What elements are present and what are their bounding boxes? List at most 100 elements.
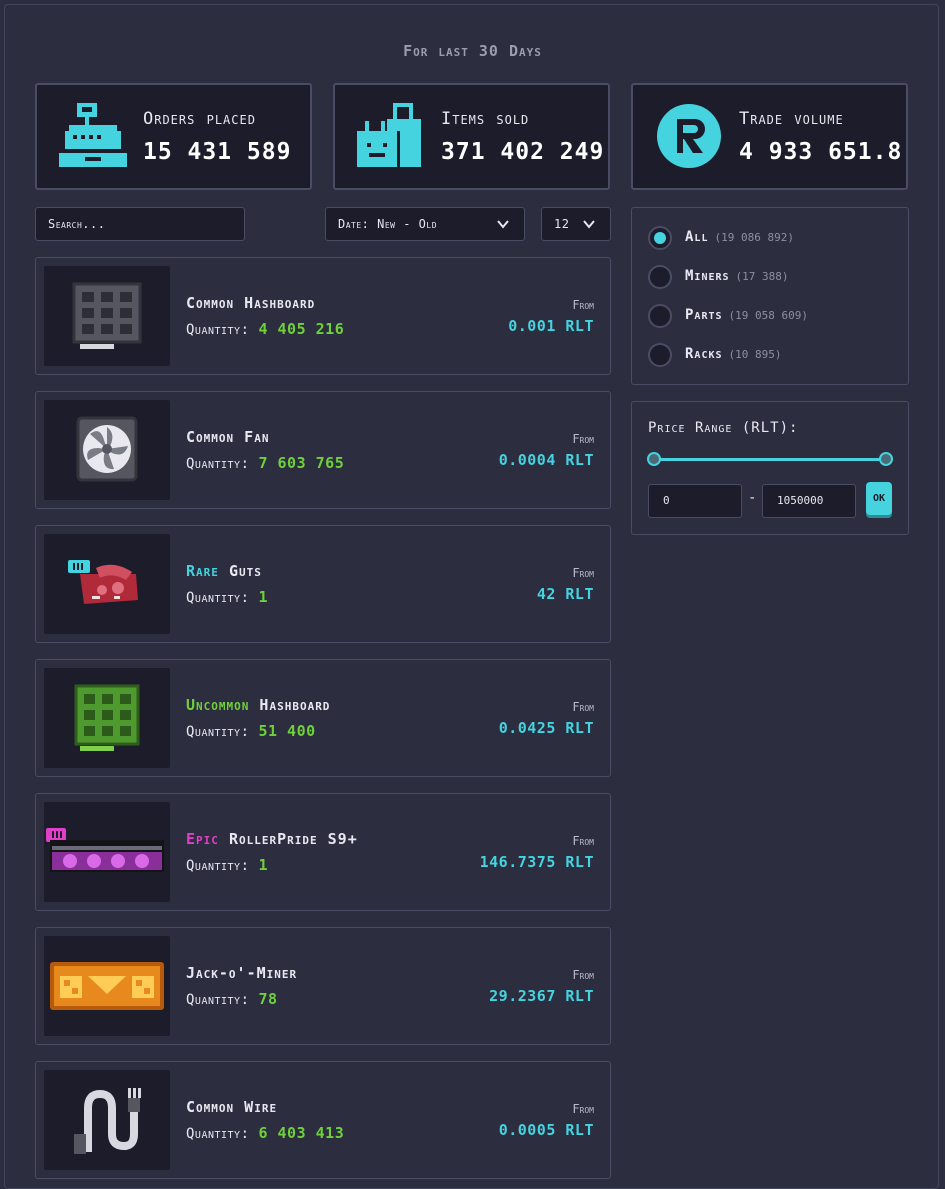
market-item[interactable]: Common Wire Quantity: 6 403 413 From 0.0…	[35, 1061, 611, 1179]
market-item[interactable]: Uncommon Hashboard Quantity: 51 400 From…	[35, 659, 611, 777]
market-item[interactable]: Jack-o'-Miner Quantity: 78 From 29.2367 …	[35, 927, 611, 1045]
item-title: Common Hashboard	[186, 294, 316, 312]
item-name: Common Hashboard	[186, 294, 315, 312]
wire-icon	[44, 1070, 170, 1170]
item-price: 0.0005 RLT	[498, 1121, 594, 1139]
quantity-value: 4 405 216	[258, 320, 345, 338]
item-title: Common Wire	[186, 1098, 278, 1116]
filter-label: Racks	[685, 346, 723, 362]
green-hashboard-icon	[44, 668, 170, 768]
filter-label: Miners	[685, 268, 730, 284]
filter-label: Parts	[685, 307, 723, 323]
item-price: 0.001 RLT	[508, 317, 594, 335]
item-rarity: Rare	[186, 562, 219, 580]
stat-orders-placed: Orders placed 15 431 589	[35, 83, 312, 190]
item-name: Common Wire	[186, 1098, 277, 1116]
quantity-value: 78	[258, 990, 278, 1008]
from-label: From	[572, 1102, 594, 1116]
price-max-input[interactable]: 1050000	[762, 484, 856, 518]
market-item[interactable]: Rare Guts Quantity: 1 From 42 RLT	[35, 525, 611, 643]
market-item[interactable]: Common Hashboard Quantity: 4 405 216 Fro…	[35, 257, 611, 375]
from-label: From	[572, 968, 594, 982]
item-quantity: Quantity: 7 603 765	[186, 454, 345, 472]
price-min-input[interactable]: 0	[648, 484, 742, 518]
from-label: From	[572, 298, 594, 312]
quantity-value: 51 400	[258, 722, 316, 740]
category-filter: All (19 086 892) Miners (17 388) Parts (19 …	[631, 207, 909, 385]
item-quantity: Quantity: 78	[186, 990, 278, 1008]
shopping-bags-icon	[357, 101, 425, 171]
item-rarity: Uncommon	[186, 696, 250, 714]
chevron-down-icon	[582, 217, 596, 231]
stat-label: Trade volume	[739, 109, 844, 129]
item-price: 146.7375 RLT	[479, 853, 594, 871]
price-max-handle[interactable]	[879, 452, 893, 466]
radio-icon[interactable]	[648, 265, 672, 289]
item-price: 29.2367 RLT	[489, 987, 594, 1005]
range-separator: -	[748, 490, 757, 506]
per-page-value: 12	[554, 217, 570, 231]
filter-label: All	[685, 229, 709, 245]
ok-button[interactable]: OK	[866, 482, 892, 515]
item-name: Rare Guts	[186, 562, 262, 580]
item-name: Uncommon Hashboard	[186, 696, 330, 714]
from-label: From	[572, 700, 594, 714]
hashboard-icon	[44, 266, 170, 366]
item-price: 0.0425 RLT	[498, 719, 594, 737]
item-quantity: Quantity: 51 400	[186, 722, 316, 740]
stat-value: 4 933 651.8	[739, 139, 903, 165]
period-title: For last 30 Days	[403, 42, 542, 60]
item-price: 0.0004 RLT	[498, 451, 594, 469]
sort-value: Date: New - Old	[338, 217, 438, 231]
filter-count: (10 895)	[728, 348, 782, 361]
cash-register-icon	[59, 101, 127, 171]
miner-icon	[44, 802, 170, 902]
price-range-panel: Price Range (RLT): 0 - 1050000 OK	[631, 401, 909, 535]
quantity-value: 1	[258, 856, 268, 874]
filter-count: (17 388)	[735, 270, 789, 283]
item-quantity: Quantity: 1	[186, 588, 268, 606]
radio-icon[interactable]	[648, 343, 672, 367]
market-item[interactable]: Common Fan Quantity: 7 603 765 From 0.00…	[35, 391, 611, 509]
item-price: 42 RLT	[536, 585, 594, 603]
item-name: Common Fan	[186, 428, 269, 446]
from-label: From	[572, 432, 594, 446]
search-placeholder: Search...	[48, 217, 106, 231]
price-range-track[interactable]	[654, 458, 886, 461]
item-quantity: Quantity: 6 403 413	[186, 1124, 345, 1142]
fan-icon	[44, 400, 170, 500]
item-title: Guts	[228, 562, 262, 580]
pumpkin-miner-icon	[44, 936, 170, 1036]
search-input[interactable]: Search...	[35, 207, 245, 241]
radio-icon[interactable]	[648, 304, 672, 328]
quantity-value: 6 403 413	[258, 1124, 345, 1142]
item-quantity: Quantity: 1	[186, 856, 268, 874]
radio-selected-icon[interactable]	[648, 226, 672, 250]
chevron-down-icon	[496, 217, 510, 231]
item-name: Epic RollerPride S9+	[186, 830, 358, 848]
price-min-handle[interactable]	[647, 452, 661, 466]
item-title: RollerPride S9+	[228, 830, 358, 848]
stat-value: 15 431 589	[143, 139, 292, 165]
price-range-title: Price Range (RLT):	[648, 420, 799, 436]
stat-label: Orders placed	[143, 109, 256, 129]
quantity-value: 7 603 765	[258, 454, 345, 472]
market-item[interactable]: Epic RollerPride S9+ Quantity: 1 From 14…	[35, 793, 611, 911]
stat-value: 371 402 249	[441, 139, 605, 165]
item-name: Jack-o'-Miner	[186, 964, 297, 982]
item-title: Hashboard	[259, 696, 331, 714]
filter-count: (19 058 609)	[728, 309, 808, 322]
quantity-value: 1	[258, 588, 268, 606]
rlt-coin-icon	[655, 101, 723, 171]
guts-icon	[44, 534, 170, 634]
item-quantity: Quantity: 4 405 216	[186, 320, 345, 338]
item-rarity: Epic	[186, 830, 219, 848]
from-label: From	[572, 834, 594, 848]
item-title: Common Fan	[186, 428, 270, 446]
filter-count: (19 086 892)	[714, 231, 794, 244]
from-label: From	[572, 566, 594, 580]
sort-select[interactable]: Date: New - Old	[325, 207, 525, 241]
per-page-select[interactable]: 12	[541, 207, 611, 241]
stat-trade-volume: Trade volume 4 933 651.8	[631, 83, 908, 190]
item-title: Jack-o'-Miner	[186, 964, 298, 982]
